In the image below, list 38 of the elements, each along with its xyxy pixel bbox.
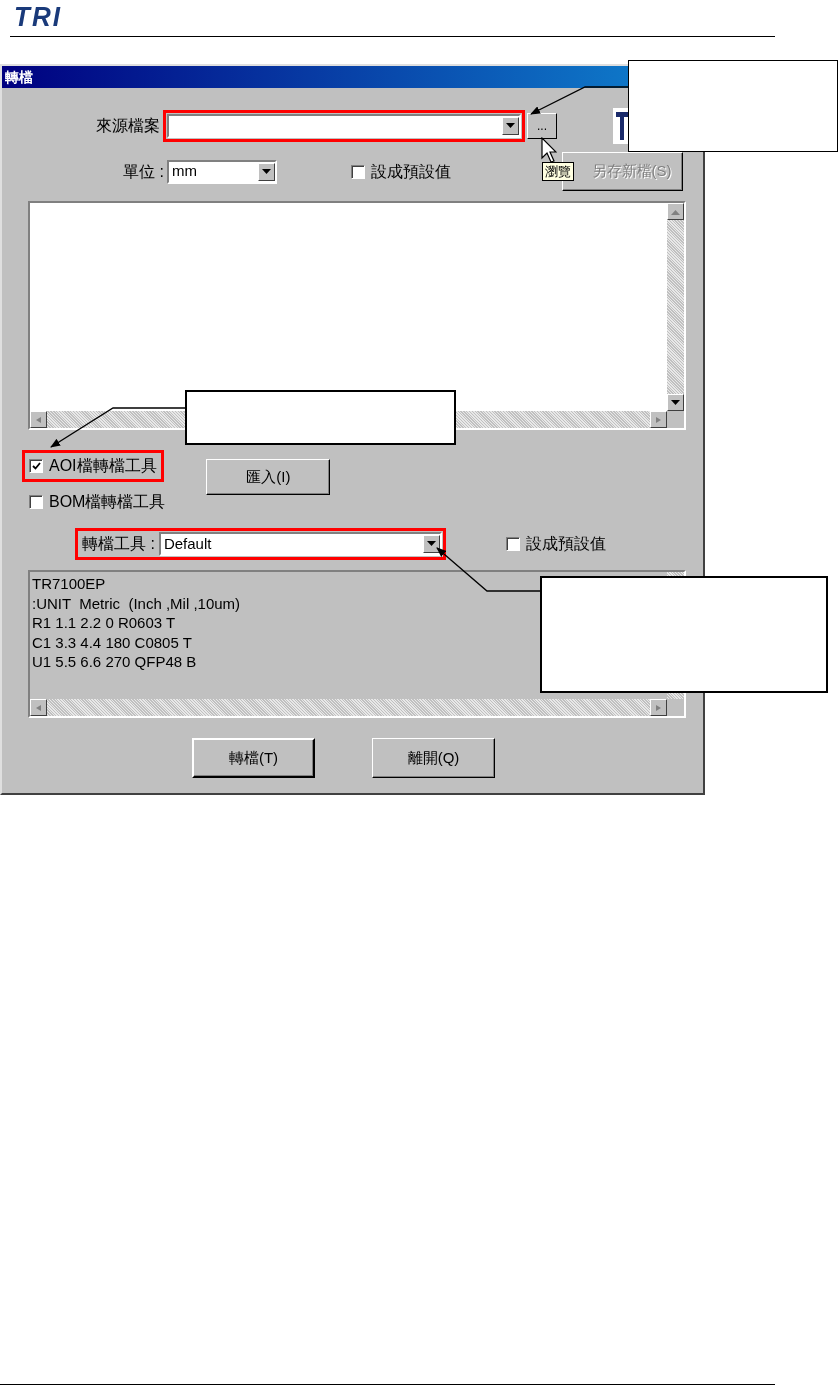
dialog-button[interactable]: 轉檔(T) <box>192 738 315 778</box>
unit-select[interactable]: mm <box>167 159 277 184</box>
output-line: :UNIT Metric (Inch ,Mil ,10um) <box>32 593 241 613</box>
scroll-arrow-icon <box>654 416 663 423</box>
caret-down-icon <box>426 541 436 547</box>
output-line: TR7100EP <box>32 574 106 594</box>
checkbox[interactable] <box>29 459 43 473</box>
dialog-button[interactable]: 離開(Q) <box>372 738 495 778</box>
scroll-arrow-icon <box>34 704 43 711</box>
output-line: U1 5.5 6.6 270 QFP48 B <box>32 652 197 672</box>
browse-button[interactable]: ... <box>527 113 557 139</box>
checkbox[interactable] <box>505 537 520 551</box>
scroll-arrow-icon <box>671 208 680 215</box>
scroll-arrow-icon <box>34 416 43 423</box>
checkbox-label: 設成預設值 <box>371 161 451 182</box>
scroll-arrow-icon <box>654 704 663 711</box>
checkbox-label: 設成預設值 <box>525 534 606 554</box>
checkbox-label: AOI檔轉檔工具 <box>49 456 157 476</box>
caret-down-icon <box>262 168 271 175</box>
caret-down-icon <box>506 123 515 129</box>
dialog-button[interactable]: 匯入(I) <box>206 459 331 495</box>
checkbox[interactable] <box>351 164 365 179</box>
scrollbar-corner <box>667 411 684 428</box>
converter-select[interactable]: Default <box>158 532 442 556</box>
horizontal-scrollbar[interactable] <box>30 699 667 716</box>
field-label: 轉檔工具 : <box>82 534 156 554</box>
window-title: 轉檔 <box>5 67 33 87</box>
checkbox[interactable] <box>29 495 43 509</box>
tooltip: 瀏覽 <box>542 162 574 181</box>
caret-down-icon <box>671 399 680 406</box>
vertical-scrollbar[interactable] <box>667 203 684 411</box>
logo: TRI <box>14 1 62 33</box>
checkbox-label: BOM檔轉檔工具 <box>49 492 166 512</box>
output-line: C1 3.3 4.4 180 C0805 T <box>32 632 192 652</box>
field-label: 來源檔案 <box>95 116 161 136</box>
field-label: 單位 : <box>122 161 165 182</box>
mouse-cursor-icon <box>541 137 557 163</box>
output-line: R1 1.1 2.2 0 R0603 T <box>32 613 176 633</box>
